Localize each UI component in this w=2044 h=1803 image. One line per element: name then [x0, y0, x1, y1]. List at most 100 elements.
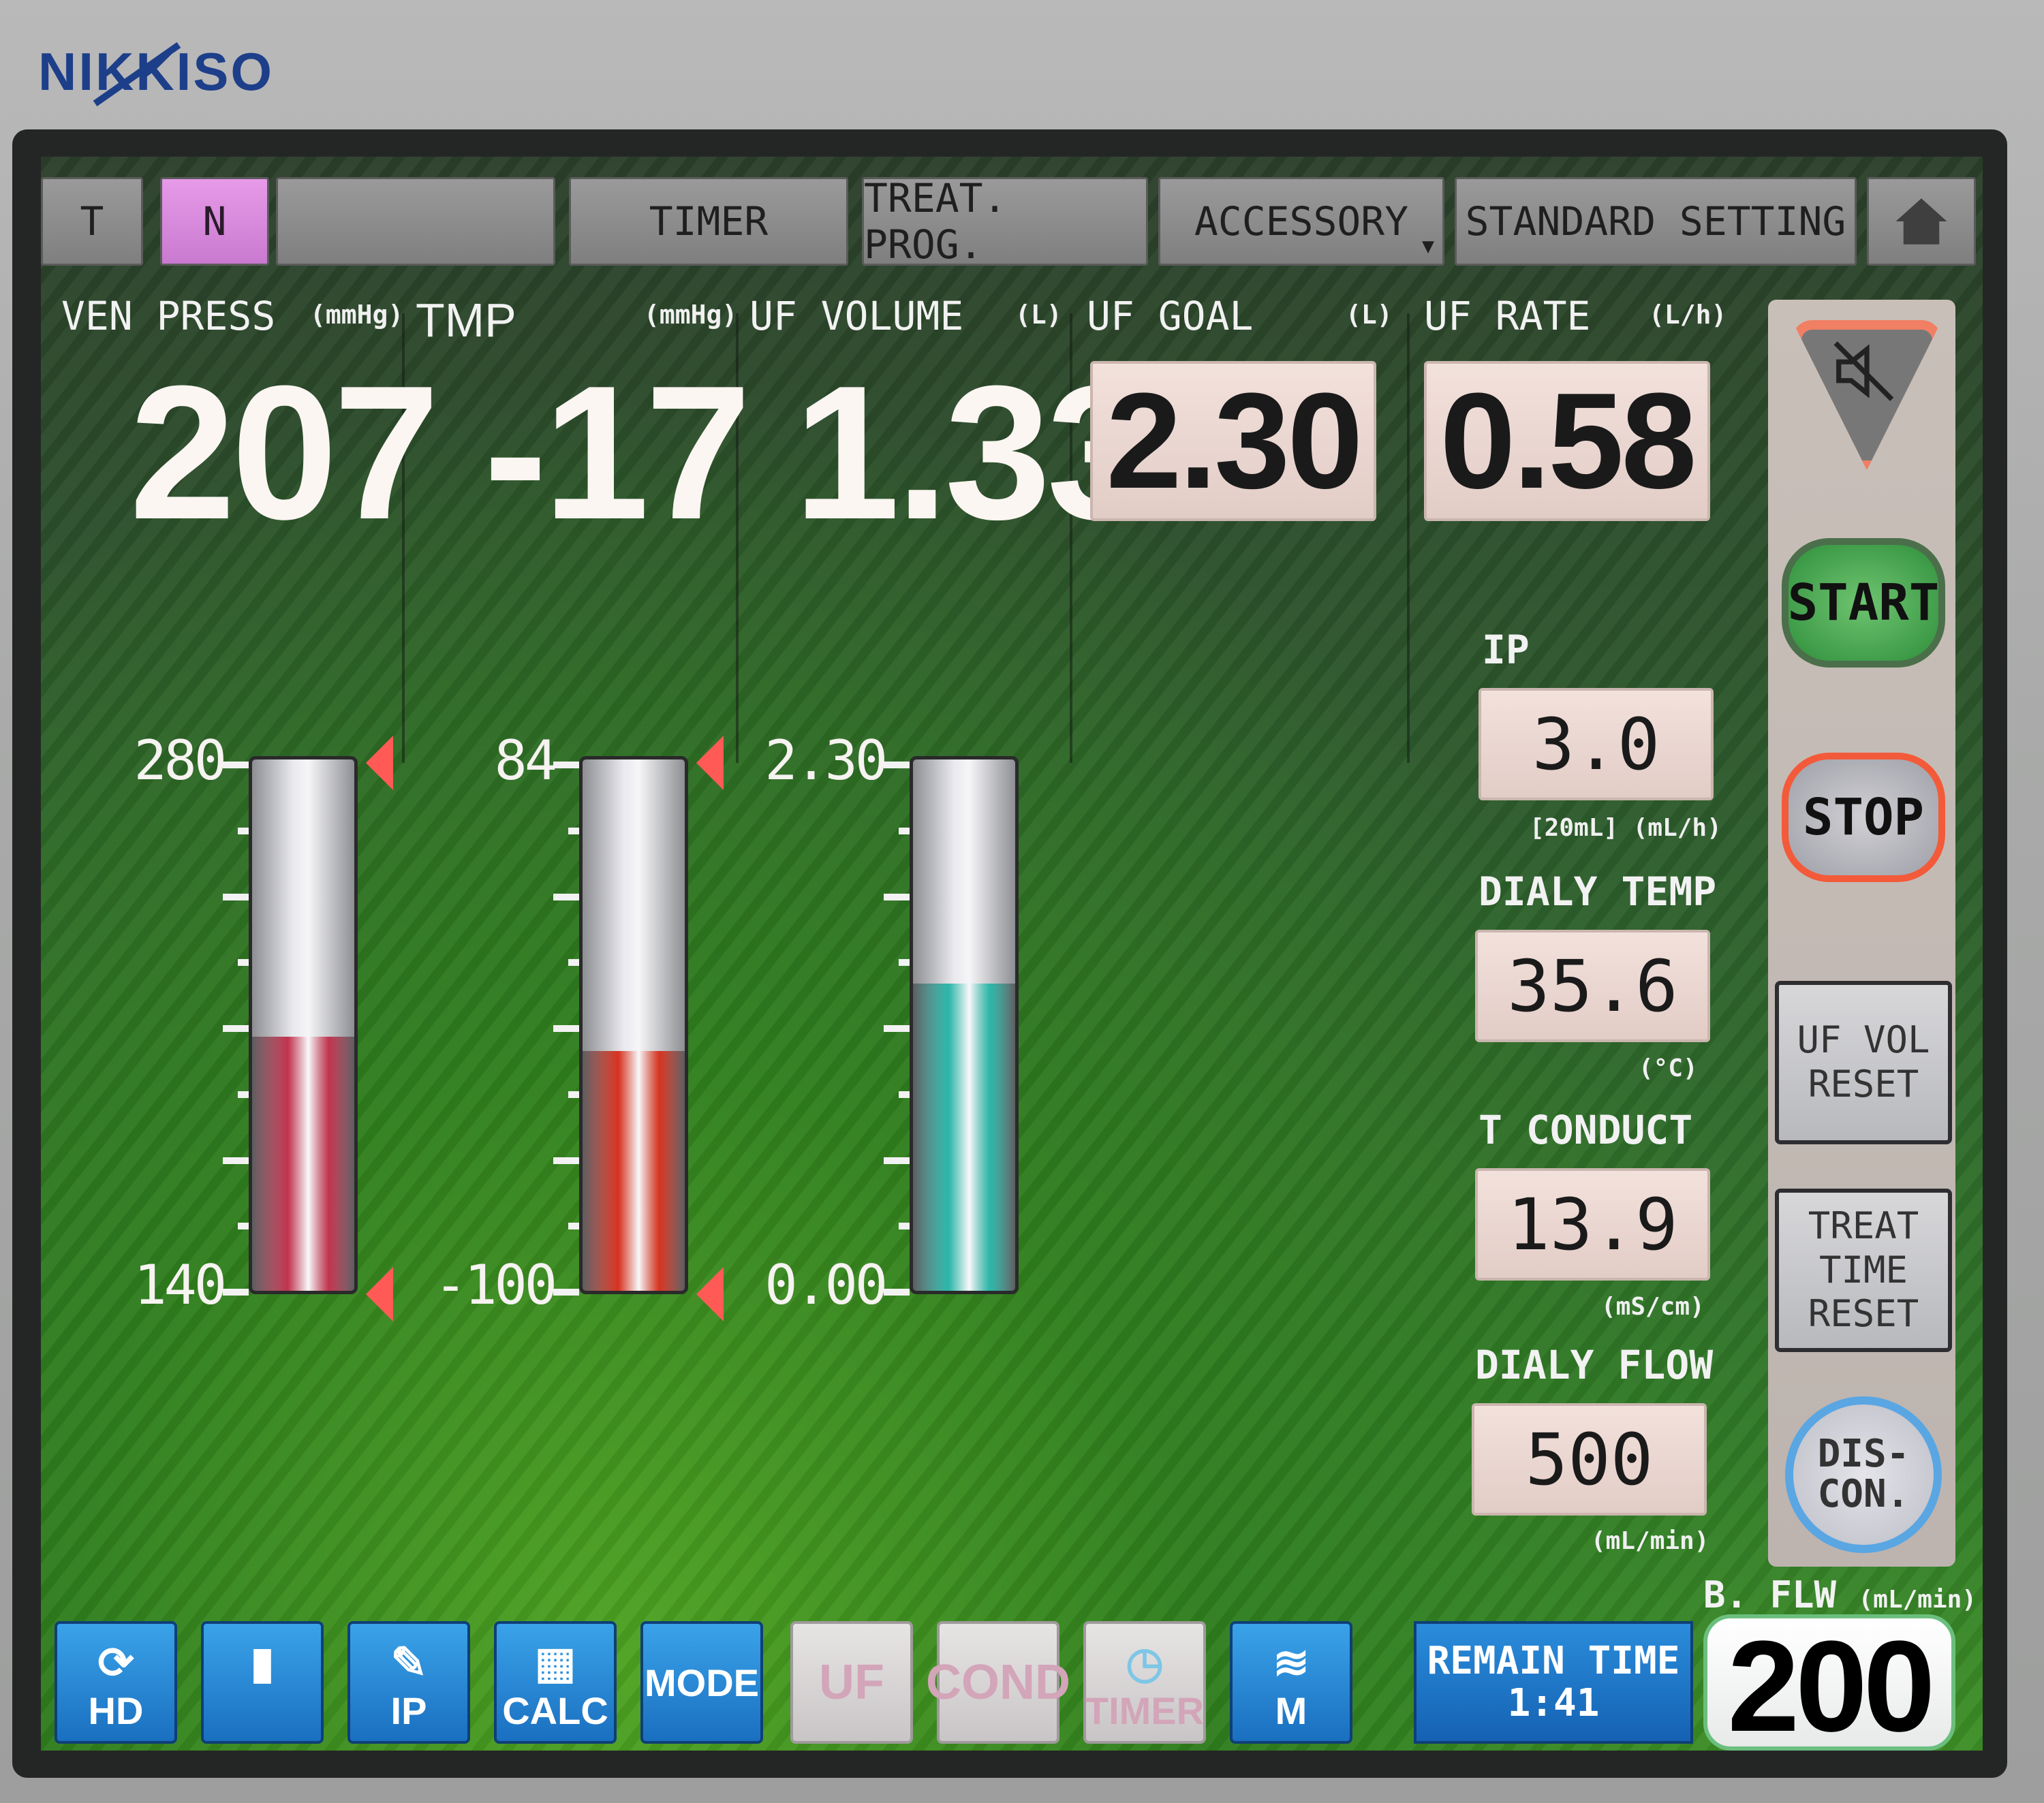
- gauge-tick: [568, 1223, 579, 1230]
- uf-volume-gauge-fill: [913, 983, 1015, 1291]
- uf-rate-unit: (L/h): [1649, 300, 1727, 330]
- toolbar-label: TIMER: [1085, 1689, 1205, 1732]
- remain-time-value: 1:41: [1507, 1680, 1600, 1725]
- calculator-icon: ▦: [534, 1638, 576, 1687]
- uf-vol-reset-button[interactable]: UF VOL RESET: [1775, 981, 1952, 1144]
- tmp-scale-max: 84: [494, 729, 557, 792]
- start-button[interactable]: START: [1782, 538, 1945, 668]
- gauge-tick: [223, 1157, 249, 1164]
- blood-flow-value[interactable]: 200: [1703, 1614, 1955, 1751]
- ven-press-unit: (mmHg): [310, 300, 404, 330]
- gauge-tick: [884, 762, 910, 768]
- calc-button[interactable]: ▦ CALC: [494, 1621, 617, 1744]
- dialy-flow-unit: (mL/min): [1591, 1527, 1709, 1555]
- gauge-tick: [899, 959, 910, 967]
- m-button[interactable]: ≋ M: [1230, 1621, 1352, 1744]
- gauge-tick: [553, 1025, 579, 1032]
- gauge-tick: [884, 893, 910, 900]
- ven-press-value: 207: [129, 347, 439, 559]
- mode-button[interactable]: MODE: [640, 1621, 763, 1744]
- toolbar-label: M: [1275, 1689, 1307, 1732]
- gauge-tick: [568, 959, 579, 967]
- gauge-tick: [238, 827, 249, 834]
- tmp-scale-min: -100: [434, 1253, 557, 1317]
- tab-blank[interactable]: [276, 177, 555, 266]
- toolbar-label: MODE: [645, 1661, 759, 1704]
- upper-alarm-marker[interactable]: [366, 736, 393, 790]
- clock-icon: ◷: [1126, 1638, 1164, 1687]
- toolbar-label: HD: [88, 1689, 144, 1732]
- remain-time-button[interactable]: REMAIN TIME 1:41: [1414, 1621, 1693, 1744]
- dialy-temp-value[interactable]: 35.6: [1475, 930, 1710, 1042]
- toolbar-label: UF: [819, 1655, 884, 1710]
- tab-n[interactable]: N: [160, 177, 269, 266]
- gauge-tick: [223, 893, 249, 900]
- ip-button[interactable]: ✎ IP: [347, 1621, 470, 1744]
- dialyzer-icon: ▮: [250, 1638, 275, 1687]
- tab-standard-setting[interactable]: STANDARD SETTING: [1455, 177, 1857, 266]
- toolbar-label: CALC: [502, 1689, 608, 1732]
- uf-rate-label: UF RATE: [1424, 293, 1591, 339]
- gauge-tick: [884, 1025, 910, 1032]
- uf-goal-label: UF GOAL: [1087, 293, 1254, 339]
- uf-volume-gauge: [910, 756, 1019, 1294]
- gauge-tick: [884, 1157, 910, 1164]
- uf-rate-value[interactable]: 0.58: [1424, 361, 1710, 521]
- t-conduct-value[interactable]: 13.9: [1475, 1168, 1710, 1281]
- uf-volume-scale-max: 2.30: [764, 729, 888, 792]
- dropdown-arrow-icon: ▼: [1421, 234, 1434, 258]
- gauge-tick: [553, 1157, 579, 1164]
- upper-alarm-marker[interactable]: [696, 736, 724, 790]
- ip-value[interactable]: 3.0: [1478, 688, 1714, 800]
- dialyzer-button[interactable]: ▮: [201, 1621, 324, 1744]
- gauge-tick: [238, 1223, 249, 1230]
- ip-label: IP: [1482, 627, 1530, 673]
- gauge-tick: [223, 1289, 249, 1296]
- gauge-tick: [899, 1223, 910, 1230]
- gauge-tick: [223, 1025, 249, 1032]
- hd-button[interactable]: ⟳ HD: [55, 1621, 177, 1744]
- gauge-tick: [553, 1289, 579, 1296]
- ip-unit: [20mL] (mL/h): [1530, 814, 1722, 842]
- dialy-temp-label: DIALY TEMP: [1478, 868, 1717, 915]
- remain-time-label: REMAIN TIME: [1427, 1639, 1680, 1683]
- gauge-tick: [223, 762, 249, 768]
- timer-button[interactable]: ◷ TIMER: [1083, 1621, 1206, 1744]
- home-button[interactable]: [1867, 177, 1976, 266]
- ven-press-scale-min: 140: [134, 1253, 227, 1317]
- gauge-tick: [553, 893, 579, 900]
- tab-timer[interactable]: TIMER: [569, 177, 848, 266]
- gauge-tick: [899, 827, 910, 834]
- uf-goal-unit: (L): [1346, 300, 1393, 330]
- tab-accessory[interactable]: ACCESSORY ▼: [1158, 177, 1444, 266]
- uf-volume-unit: (L): [1015, 300, 1062, 330]
- mute-icon: [1833, 341, 1894, 401]
- home-icon: [1895, 198, 1947, 245]
- ven-press-gauge-fill: [252, 1036, 354, 1291]
- uf-button[interactable]: UF: [790, 1621, 913, 1744]
- gauge-tick: [553, 762, 579, 768]
- t-conduct-label: T CONDUCT: [1478, 1107, 1693, 1153]
- tmp-gauge: [579, 756, 688, 1294]
- disconnect-button[interactable]: DIS- CON.: [1785, 1396, 1942, 1553]
- gauge-tick: [238, 959, 249, 967]
- tmp-gauge-fill: [583, 1051, 685, 1291]
- treat-time-reset-button[interactable]: TREAT TIME RESET: [1775, 1189, 1952, 1352]
- tab-accessory-label: ACCESSORY: [1194, 198, 1409, 245]
- syringe-icon: ✎: [390, 1638, 427, 1687]
- tmp-label: TMP: [416, 294, 516, 347]
- hd-cycle-icon: ⟳: [97, 1638, 134, 1687]
- gauge-tick: [568, 827, 579, 834]
- lower-alarm-marker[interactable]: [366, 1267, 393, 1321]
- uf-goal-value[interactable]: 2.30: [1090, 361, 1376, 521]
- tab-t[interactable]: T: [41, 177, 143, 266]
- monitor-screen: T N TIMER TREAT. PROG. ACCESSORY ▼ STAND…: [41, 157, 1983, 1751]
- cond-button[interactable]: COND: [926, 1621, 1070, 1744]
- lower-alarm-marker[interactable]: [696, 1267, 724, 1321]
- toolbar-label: IP: [390, 1689, 427, 1732]
- tab-treat-prog[interactable]: TREAT. PROG.: [862, 175, 1148, 268]
- dialy-temp-unit: (°C): [1639, 1054, 1698, 1082]
- stop-button[interactable]: STOP: [1782, 753, 1945, 882]
- gauge-tick: [238, 1091, 249, 1098]
- dialy-flow-value[interactable]: 500: [1472, 1403, 1707, 1516]
